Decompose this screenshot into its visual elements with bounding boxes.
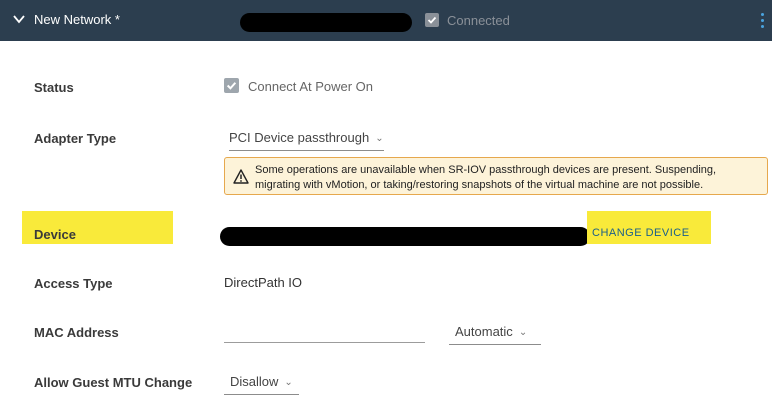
- mac-address-label: MAC Address: [34, 325, 119, 340]
- device-label: Device: [34, 227, 76, 242]
- adapter-type-select[interactable]: PCI Device passthrough ⌄: [229, 130, 384, 151]
- mtu-change-select[interactable]: Disallow ⌄: [224, 374, 299, 395]
- status-label: Status: [34, 80, 74, 95]
- access-type-value: DirectPath IO: [224, 275, 303, 290]
- adapter-type-value: PCI Device passthrough: [229, 130, 370, 145]
- connect-at-power-on-label: Connect At Power On: [248, 79, 374, 94]
- chevron-down-icon[interactable]: [12, 12, 26, 26]
- adapter-type-label: Adapter Type: [34, 131, 117, 146]
- sr-iov-warning-alert: Some operations are unavailable when SR-…: [224, 157, 768, 195]
- connect-at-power-on-checkbox[interactable]: [224, 78, 239, 93]
- chevron-down-icon: ⌄: [518, 327, 528, 338]
- mac-mode-value: Automatic: [455, 324, 513, 339]
- chevron-down-icon: ⌄: [375, 133, 384, 144]
- network-adapter-title: New Network *: [34, 12, 120, 27]
- connected-checkbox[interactable]: [425, 13, 439, 27]
- mac-address-input[interactable]: [224, 320, 425, 343]
- checkmark-icon: [427, 16, 437, 24]
- redacted-device-name: [220, 227, 590, 246]
- warning-triangle-icon: [233, 169, 249, 184]
- change-device-button[interactable]: CHANGE DEVICE: [592, 227, 690, 239]
- checkmark-icon: [226, 82, 237, 90]
- redacted-network-name: [240, 13, 412, 32]
- mtu-change-label: Allow Guest MTU Change: [34, 375, 193, 390]
- sr-iov-warning-text: Some operations are unavailable when SR-…: [255, 164, 717, 191]
- chevron-down-icon: ⌄: [284, 377, 293, 388]
- access-type-label: Access Type: [34, 276, 113, 291]
- mtu-change-value: Disallow: [230, 374, 279, 389]
- mac-mode-select[interactable]: Automatic ⌄: [449, 324, 541, 345]
- connected-label: Connected: [447, 13, 510, 28]
- more-options-icon[interactable]: [761, 12, 767, 30]
- network-adapter-header[interactable]: New Network * Connected: [0, 0, 772, 41]
